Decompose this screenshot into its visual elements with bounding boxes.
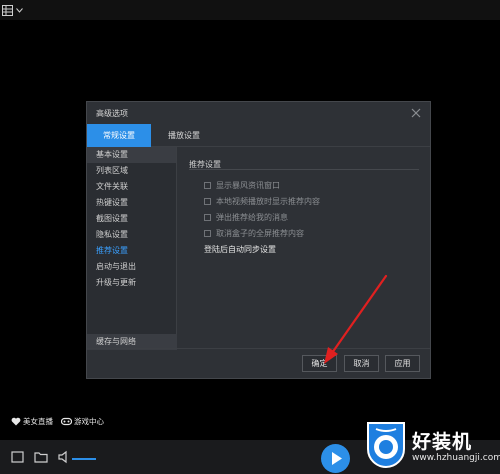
tab-playback-settings[interactable]: 播放设置	[153, 124, 215, 147]
watermark-text: 好装机	[412, 431, 473, 453]
heart-icon	[11, 417, 21, 425]
checkbox[interactable]	[204, 197, 211, 205]
gamepad-icon	[61, 417, 72, 425]
cancel-button[interactable]: 取消	[344, 355, 379, 372]
sidebar-item-privacy[interactable]: 隐私设置	[87, 227, 176, 243]
watermark-logo-icon	[367, 422, 405, 469]
sidebar-item-upgrade[interactable]: 升级与更新	[87, 275, 176, 291]
play-button[interactable]	[321, 444, 350, 473]
chevron-down-icon	[16, 7, 23, 13]
stop-icon[interactable]	[10, 450, 26, 464]
sidebar-item-hotkeys[interactable]: 热键设置	[87, 195, 176, 211]
sidebar-item-file-association[interactable]: 文件关联	[87, 179, 176, 195]
ok-button[interactable]: 确定	[302, 355, 337, 372]
live-stream-label: 美女直播	[23, 416, 53, 426]
option-label: 弹出推荐给我的消息	[216, 212, 288, 222]
menu-button[interactable]	[2, 3, 26, 17]
top-bar	[0, 0, 500, 20]
dialog-title: 高级选项	[96, 109, 128, 118]
checkbox[interactable]	[204, 181, 211, 189]
live-stream-link[interactable]: 美女直播	[11, 415, 53, 427]
sidebar-item-recommendation[interactable]: 推荐设置	[87, 243, 176, 259]
volume-icon[interactable]	[56, 450, 72, 464]
checkbox[interactable]	[204, 213, 211, 221]
close-icon[interactable]	[409, 106, 423, 120]
watermark: 好装机 www.hzhuangji.com	[362, 419, 500, 471]
folder-icon[interactable]	[33, 450, 49, 464]
list-icon	[2, 4, 13, 16]
game-center-link[interactable]: 游戏中心	[61, 415, 104, 427]
sync-settings-link[interactable]: 登陆后自动同步设置	[204, 244, 276, 255]
option-show-recommend-local[interactable]: 本地视频播放时显示推荐内容	[204, 195, 320, 207]
settings-content: 推荐设置 显示暴风资讯窗口 本地视频播放时显示推荐内容 弹出推荐给我的消息 取消…	[178, 147, 430, 350]
option-label: 取消盒子的全屏推荐内容	[216, 228, 304, 238]
tab-general-settings[interactable]: 常规设置	[87, 124, 151, 147]
volume-slider[interactable]	[72, 458, 96, 460]
sidebar-item-screenshot[interactable]: 截图设置	[87, 211, 176, 227]
option-popup-messages[interactable]: 弹出推荐给我的消息	[204, 211, 288, 223]
game-center-label: 游戏中心	[74, 416, 104, 426]
apply-button[interactable]: 应用	[385, 355, 420, 372]
dialog-header: 高级选项	[87, 102, 430, 124]
watermark-url: www.hzhuangji.com	[412, 453, 500, 463]
option-label: 显示暴风资讯窗口	[216, 180, 280, 190]
advanced-options-dialog: 高级选项 常规设置 播放设置 基本设置 列表区域 文件关联 热键设置 截图设置 …	[86, 101, 431, 379]
dialog-footer: 确定 取消 应用	[87, 348, 430, 378]
section-divider	[189, 169, 419, 170]
checkbox[interactable]	[204, 229, 211, 237]
option-show-news-window[interactable]: 显示暴风资讯窗口	[204, 179, 280, 191]
option-cancel-fullscreen-recommend[interactable]: 取消盒子的全屏推荐内容	[204, 227, 304, 239]
settings-sidebar: 基本设置 列表区域 文件关联 热键设置 截图设置 隐私设置 推荐设置 启动与退出…	[87, 147, 177, 350]
sidebar-item-startup-exit[interactable]: 启动与退出	[87, 259, 176, 275]
sidebar-item-basic[interactable]: 基本设置	[87, 147, 176, 163]
tab-bar: 常规设置 播放设置	[87, 124, 430, 147]
sidebar-item-list-area[interactable]: 列表区域	[87, 163, 176, 179]
option-label: 本地视频播放时显示推荐内容	[216, 196, 320, 206]
play-icon	[332, 452, 342, 465]
